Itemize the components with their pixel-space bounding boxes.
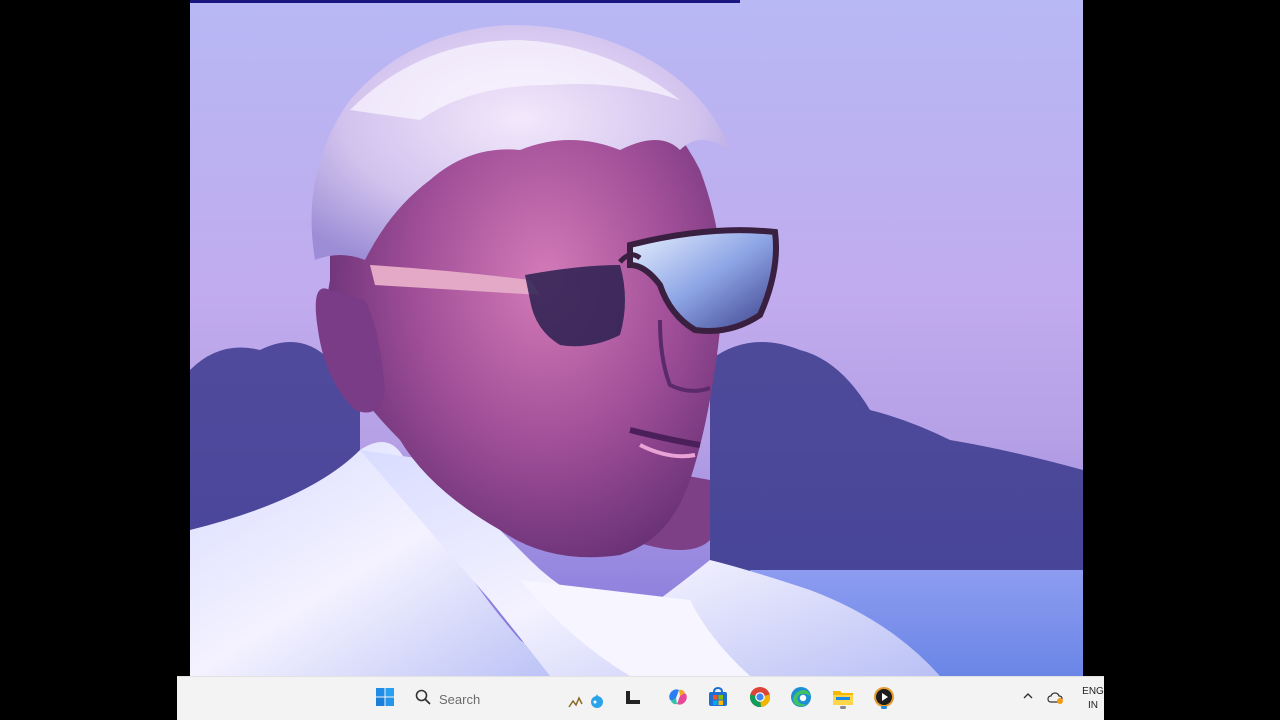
portrait-photo [190,0,1083,676]
language-region: IN [1088,700,1098,711]
cloud-icon [1047,692,1065,710]
edge-icon [790,686,812,713]
microsoft-store-button[interactable] [706,686,730,713]
chrome-icon [749,686,771,713]
top-strip [190,0,740,3]
task-view-icon [623,687,643,712]
edge-button[interactable] [789,686,813,713]
taskbar: Search ENG IN [177,676,1104,720]
screen: Search ENG IN [0,0,1280,720]
active-indicator [840,706,846,709]
chevron-up-icon [1022,690,1034,705]
search-highlight-icon[interactable] [567,689,607,711]
language-code: ENG [1082,686,1104,697]
photo-frame [190,0,1083,676]
microsoft-store-icon [707,686,729,713]
language-indicator[interactable]: ENG IN [1082,685,1104,713]
show-hidden-icons-button[interactable] [1022,690,1034,705]
search-box[interactable]: Search [415,686,545,712]
chrome-button[interactable] [748,686,772,713]
active-indicator [881,706,887,709]
search-label: Search [439,691,481,707]
copilot-button[interactable] [666,687,690,711]
onedrive-button[interactable] [1047,690,1065,711]
file-explorer-button[interactable] [831,687,855,711]
copilot-icon [667,686,689,713]
task-view-button[interactable] [621,687,645,711]
media-player-button[interactable] [872,686,896,711]
start-icon [375,687,395,712]
start-button[interactable] [373,687,397,711]
search-icon [415,689,431,710]
